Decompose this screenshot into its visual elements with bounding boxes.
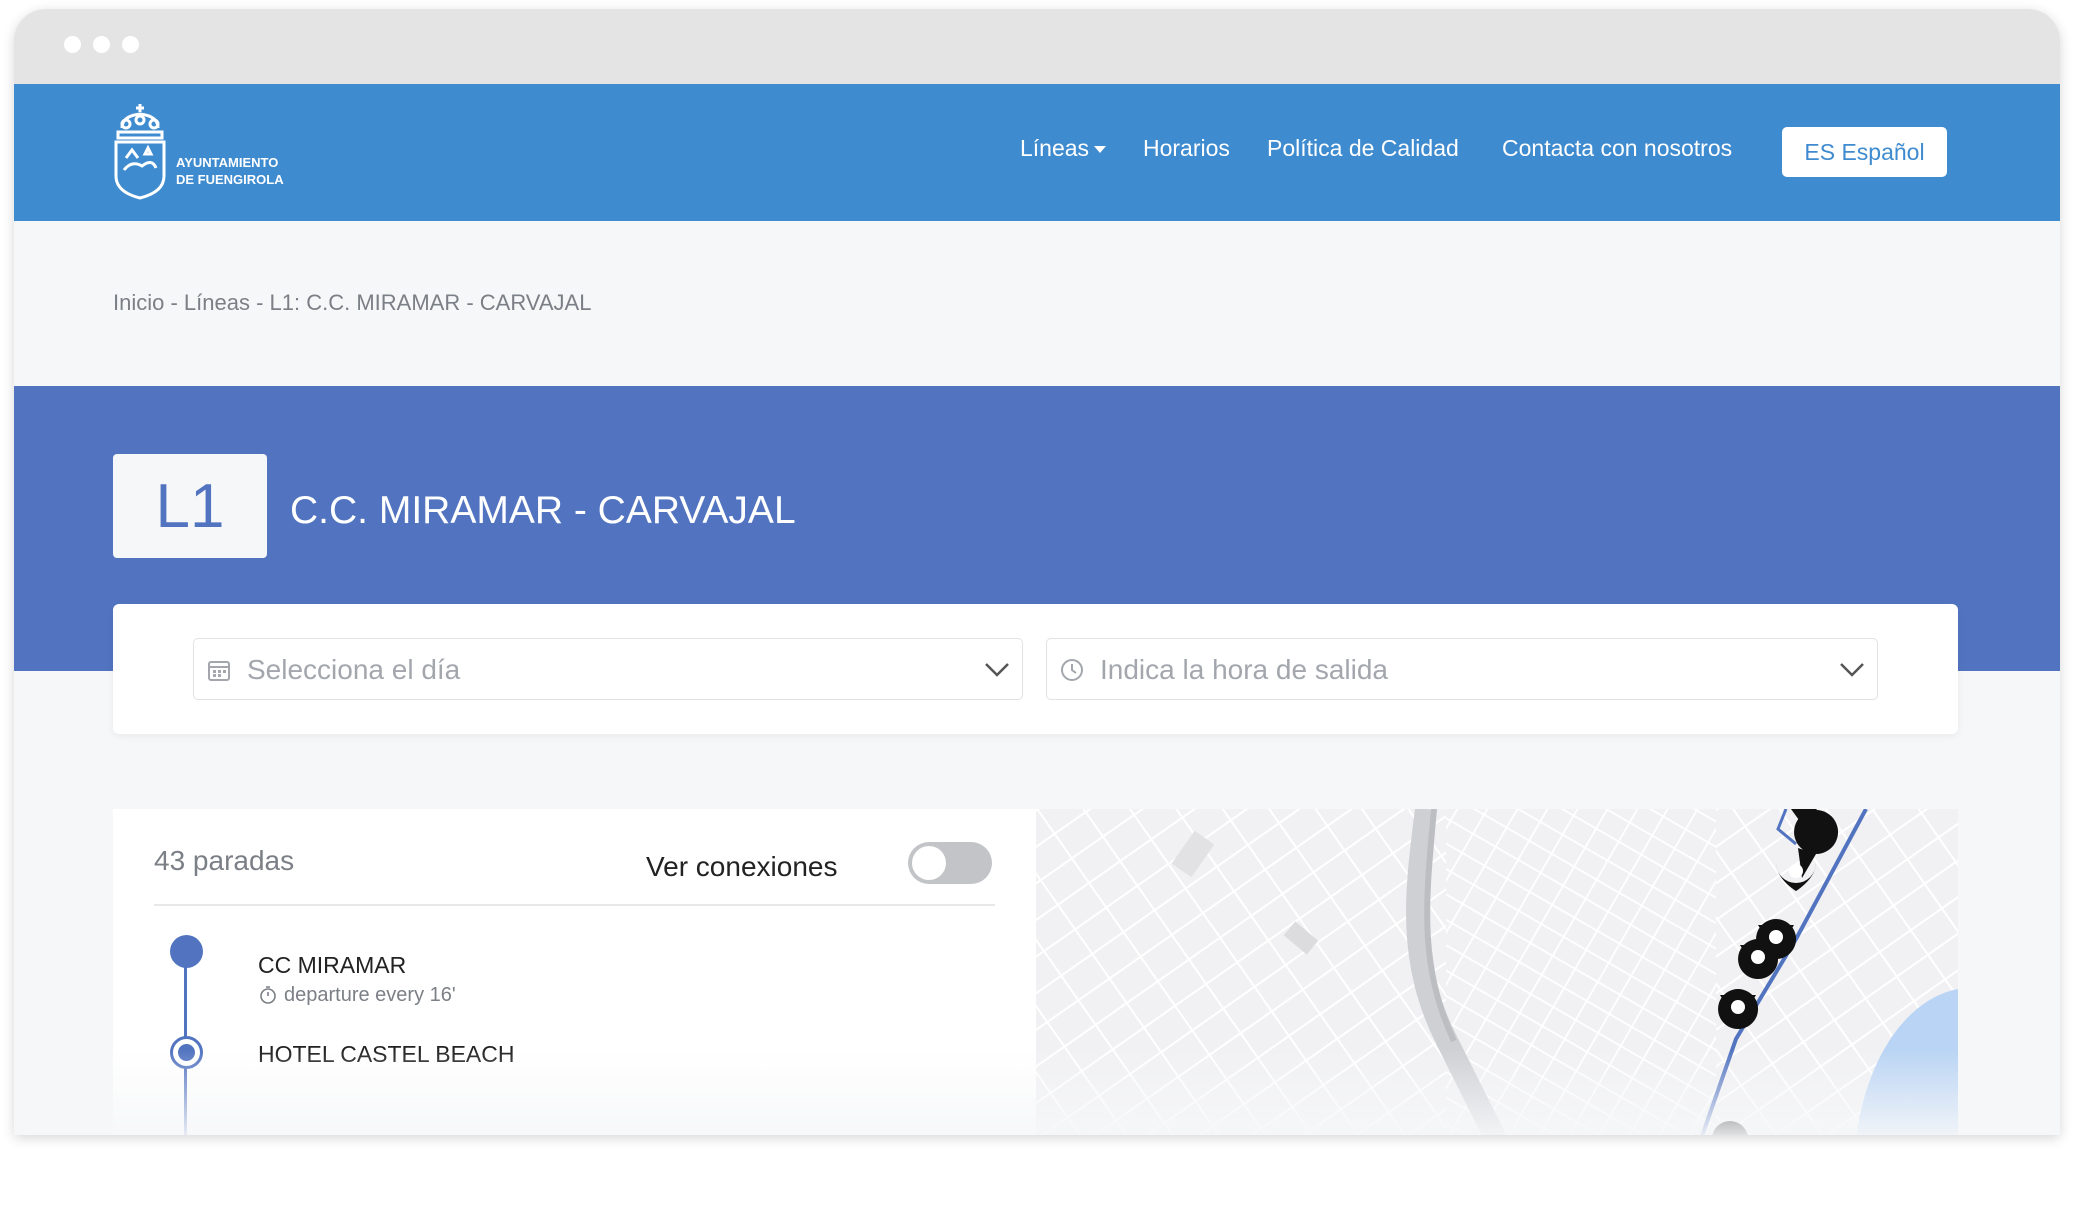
caret-down-icon: [1094, 146, 1107, 154]
chevron-down-icon: [1840, 663, 1864, 677]
site-header: AYUNTAMIENTO DE FUENGIROLA Líneas Horari…: [14, 84, 2060, 221]
divider: [154, 904, 995, 906]
nav-horarios[interactable]: Horarios: [1143, 135, 1230, 162]
connections-toggle[interactable]: [908, 842, 992, 884]
language-button[interactable]: ES Español: [1782, 127, 1947, 177]
toggle-knob: [912, 846, 946, 880]
timer-icon: [260, 986, 276, 1004]
browser-window: AYUNTAMIENTO DE FUENGIROLA Líneas Horari…: [14, 9, 2060, 1135]
day-select[interactable]: Selecciona el día: [193, 638, 1023, 700]
window-maximize-button[interactable]: [122, 36, 139, 53]
window-minimize-button[interactable]: [93, 36, 110, 53]
calendar-icon: [208, 661, 230, 681]
stop-frequency-text: departure every 16': [284, 984, 456, 1006]
connections-label: Ver conexiones: [646, 851, 838, 882]
chevron-down-icon: [985, 663, 1009, 677]
line-code-badge: L1: [113, 454, 267, 558]
page-fade: [14, 1049, 2060, 1135]
nav-lineas[interactable]: Líneas: [1020, 135, 1107, 162]
breadcrumb[interactable]: Inicio - Líneas - L1: C.C. MIRAMAR - CAR…: [113, 290, 591, 316]
window-close-button[interactable]: [64, 36, 81, 53]
nav-contacta[interactable]: Contacta con nosotros: [1502, 135, 1732, 162]
day-select-placeholder: Selecciona el día: [247, 654, 461, 685]
schedule-search-card: Selecciona el día Indica la hora de sali…: [113, 604, 1958, 734]
site-logo[interactable]: AYUNTAMIENTO DE FUENGIROLA: [112, 102, 292, 202]
logo-text: AYUNTAMIENTO DE FUENGIROLA: [176, 155, 284, 187]
stop-name-1[interactable]: CC MIRAMAR: [258, 952, 406, 979]
nav-politica-calidad[interactable]: Política de Calidad: [1267, 135, 1459, 162]
time-select-placeholder: Indica la hora de salida: [1100, 654, 1388, 685]
coat-of-arms-icon: [114, 104, 166, 200]
stops-count: 43 paradas: [154, 845, 295, 876]
line-title: C.C. MIRAMAR - CARVAJAL: [290, 489, 796, 532]
nav-lineas-label: Líneas: [1020, 135, 1090, 161]
stop-frequency: departure every 16': [258, 984, 456, 1007]
time-select[interactable]: Indica la hora de salida: [1046, 638, 1878, 700]
stop-marker-first: [170, 935, 203, 968]
window-titlebar: [14, 9, 2060, 84]
clock-icon: [1061, 659, 1083, 681]
